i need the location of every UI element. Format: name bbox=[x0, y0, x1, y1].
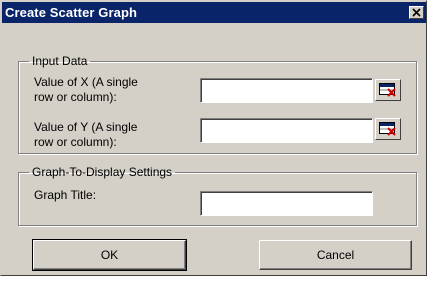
window-title: Create Scatter Graph bbox=[5, 5, 138, 20]
range-select-icon bbox=[379, 83, 396, 97]
x-value-input[interactable] bbox=[203, 81, 370, 100]
range-select-icon bbox=[379, 122, 396, 136]
x-value-label: Value of X (A single row or column): bbox=[34, 75, 138, 105]
graph-title-label: Graph Title: bbox=[34, 188, 97, 202]
ok-button[interactable]: OK bbox=[32, 239, 187, 271]
x-value-label-line1: Value of X (A single bbox=[34, 75, 138, 89]
y-value-label: Value of Y (A single row or column): bbox=[34, 120, 137, 150]
graph-title-field[interactable] bbox=[200, 191, 373, 216]
x-value-field[interactable] bbox=[200, 78, 373, 103]
title-bar[interactable]: Create Scatter Graph bbox=[2, 2, 426, 23]
graph-settings-legend: Graph-To-Display Settings bbox=[32, 165, 173, 179]
y-value-input[interactable] bbox=[203, 121, 370, 140]
close-button[interactable] bbox=[409, 6, 424, 19]
cancel-button[interactable]: Cancel bbox=[259, 240, 412, 270]
y-value-label-line1: Value of Y (A single bbox=[34, 120, 138, 134]
close-icon bbox=[412, 8, 421, 17]
create-scatter-graph-dialog: Create Scatter Graph Input Data Value of… bbox=[0, 0, 427, 276]
graph-title-input[interactable] bbox=[203, 194, 370, 213]
y-range-select-button[interactable] bbox=[375, 118, 401, 140]
x-value-label-line2: row or column): bbox=[34, 90, 117, 104]
x-range-select-button[interactable] bbox=[375, 79, 401, 101]
y-value-label-line2: row or column): bbox=[34, 135, 117, 149]
y-value-field[interactable] bbox=[200, 118, 373, 143]
input-data-legend: Input Data bbox=[32, 54, 88, 68]
